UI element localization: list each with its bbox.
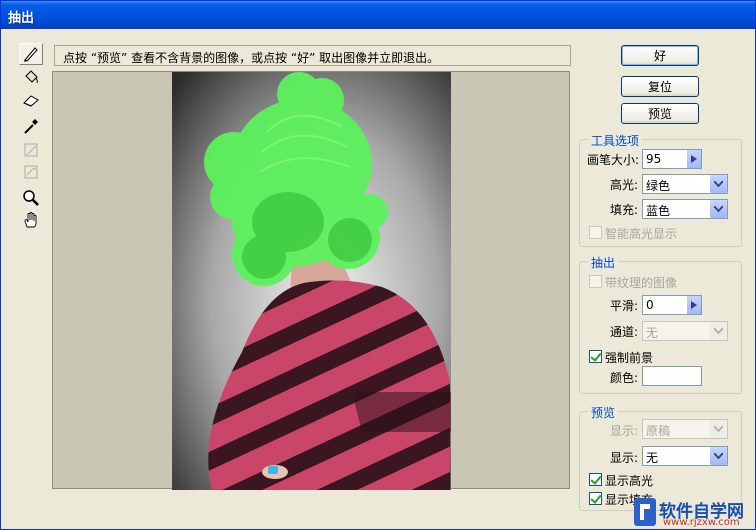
show-select[interactable]: 原稿 [642,419,728,439]
show-highlight-checkbox[interactable] [589,473,602,486]
watermark-url: www.rjzxw.com [663,517,740,528]
chevron-down-icon[interactable] [710,420,727,438]
title-bar[interactable]: 抽出 [1,1,755,29]
smooth-label: 平滑: [610,299,639,313]
edge-highlighter-icon[interactable] [19,43,43,65]
edge-touchup-icon[interactable] [19,161,43,183]
preview-options-title: 预览 [588,404,619,421]
brush-size-arrow-icon[interactable] [686,150,701,168]
smooth-arrow-icon[interactable] [686,296,701,314]
ok-button[interactable]: 好 [621,45,699,66]
highlight-select[interactable]: 绿色 [642,174,728,194]
preview-canvas[interactable] [52,71,570,490]
watermark-logo-icon [634,498,656,526]
eraser-icon[interactable] [19,89,43,111]
fill-bucket-icon[interactable] [19,66,43,88]
extract-dialog: 抽出 点按 “预览” 查看不含背景的图像，或点按 “好” 取出图像并立即退出。 [0,0,756,530]
zoom-icon[interactable] [19,187,43,209]
photo-image [172,72,451,490]
extraction-group: 抽出 带纹理的图像 平滑: 0 通道: 无 强制前景 颜色: [579,254,742,394]
brush-size-label: 画笔大小: [587,153,640,167]
smart-highlight-label: 智能高光显示 [605,227,678,241]
show-value: 原稿 [646,424,671,438]
cleanup-icon[interactable] [19,139,43,161]
color-swatch[interactable] [642,366,702,386]
window-title: 抽出 [8,11,35,26]
reset-button[interactable]: 复位 [621,76,699,97]
smooth-field[interactable]: 0 [642,295,702,315]
highlight-label: 高光: [610,178,639,192]
channel-value: 无 [646,326,659,340]
textured-image-checkbox[interactable] [589,275,602,288]
chevron-down-icon[interactable] [710,175,727,193]
color-label: 颜色: [610,371,639,385]
show-display-value: 无 [646,451,659,465]
extraction-title: 抽出 [588,254,619,271]
channel-select[interactable]: 无 [642,321,728,341]
hand-icon[interactable] [19,209,43,231]
smart-highlight-checkbox[interactable] [589,226,602,239]
site-watermark: 软件自学网 www.rjzxw.com [633,495,755,529]
show-fill-checkbox[interactable] [589,492,602,505]
preview-button[interactable]: 预览 [621,103,699,124]
force-foreground-label: 强制前景 [605,351,654,365]
show-display-label: 显示: [610,451,639,465]
fill-value: 蓝色 [646,204,671,218]
chevron-down-icon[interactable] [710,200,727,218]
chevron-down-icon[interactable] [710,447,727,465]
brush-size-value: 95 [646,152,662,166]
show-highlight-label: 显示高光 [605,474,654,488]
fill-label: 填充: [610,203,639,217]
instruction-hint: 点按 “预览” 查看不含背景的图像，或点按 “好” 取出图像并立即退出。 [54,45,571,66]
chevron-down-icon[interactable] [710,322,727,340]
show-label: 显示: [610,424,639,438]
eyedropper-icon[interactable] [19,115,43,137]
tool-options-group: 工具选项 画笔大小: 95 高光: 绿色 填充: 蓝色 智能高光显示 [579,132,742,247]
smooth-value: 0 [646,298,654,312]
highlight-value: 绿色 [646,179,671,193]
show-display-select[interactable]: 无 [642,446,728,466]
tool-options-title: 工具选项 [588,132,643,149]
textured-image-label: 带纹理的图像 [605,276,678,290]
fill-select[interactable]: 蓝色 [642,199,728,219]
force-foreground-checkbox[interactable] [589,350,602,363]
channel-label: 通道: [610,325,639,339]
brush-size-field[interactable]: 95 [642,149,702,169]
